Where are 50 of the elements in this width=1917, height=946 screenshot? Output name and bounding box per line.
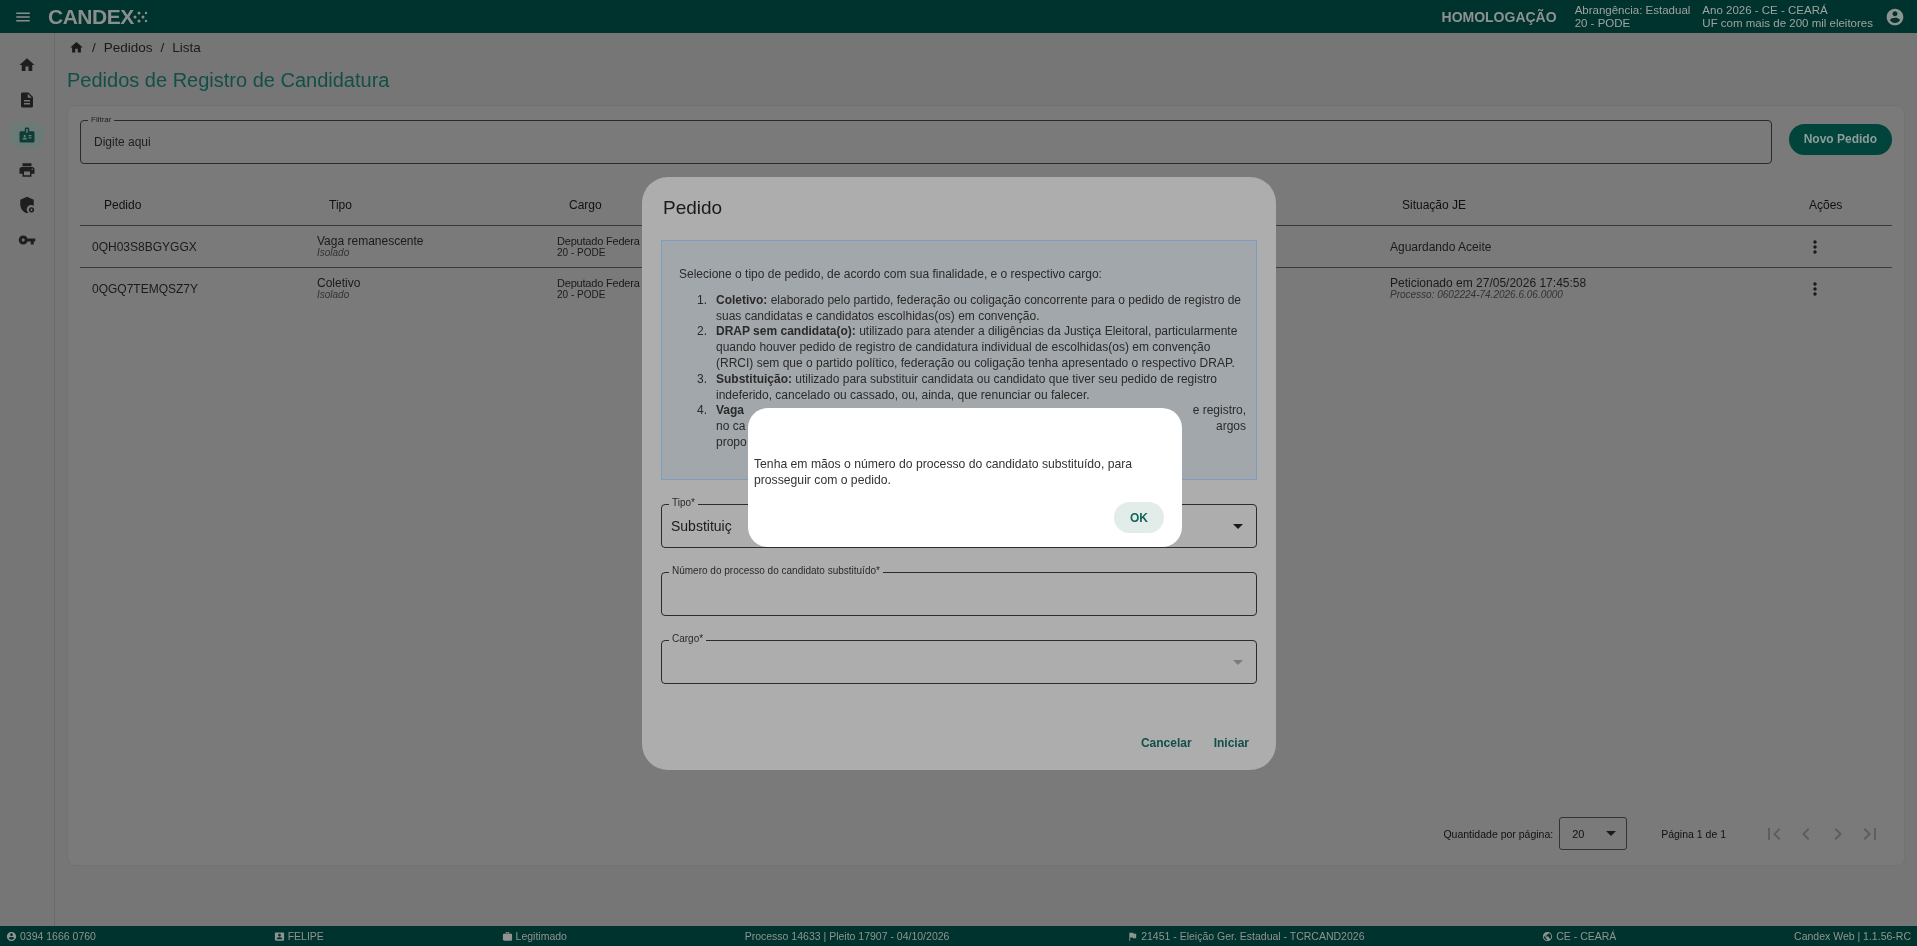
table-cell: 0QGQ7TEMQSZ7Y bbox=[92, 281, 199, 296]
cell-detail: 20 - PODE bbox=[557, 288, 606, 301]
environment-label: HOMOLOGAÇÃO bbox=[1441, 8, 1557, 25]
table-cell: Aguardando Aceite bbox=[1390, 240, 1492, 253]
status-text: Processo 14633 | Pleito 17907 - 04/10/2026 bbox=[744, 930, 950, 942]
cell-detail: Isolado bbox=[317, 288, 350, 301]
column-header: Pedido bbox=[103, 198, 142, 212]
status-text: Candex Web | 1.1.56-RC bbox=[1794, 930, 1911, 942]
cell-detail: 20 - PODE bbox=[557, 246, 606, 259]
table-cell: Deputado Federa bbox=[557, 276, 640, 289]
cell-detail: Isolado bbox=[317, 246, 350, 259]
breadcrumb-separator: / bbox=[160, 39, 165, 55]
list-item-text: propo bbox=[716, 434, 747, 451]
column-header: Ações bbox=[1808, 198, 1843, 212]
election-text: UF com mais de 200 mil eleitores bbox=[1702, 16, 1873, 30]
field-label: Cargo* bbox=[669, 633, 707, 645]
app-logo: CANDEX bbox=[48, 4, 134, 29]
table-cell: Vaga remanescente bbox=[317, 234, 424, 247]
list-item-text: e registro, bbox=[1192, 403, 1246, 420]
table-cell: Deputado Federa bbox=[557, 234, 640, 247]
column-header: Situação JE bbox=[1401, 198, 1467, 212]
list-item-text: Substituição: utilizado para substituir candidata ou candidato que tiver seu pedido de registro indeferido, cancelado ou cassado, ou, ainda, que renunciar ou falecer. bbox=[716, 371, 1218, 404]
column-header: Tipo bbox=[328, 198, 352, 212]
status-text: Legitimado bbox=[515, 930, 567, 942]
breadcrumb-separator: / bbox=[92, 39, 96, 55]
list-item-text: no ca bbox=[716, 419, 746, 435]
field-label: Tipo* bbox=[669, 497, 698, 509]
list-item-text: Coletivo: elaborado pelo partido, federação ou coligação concorrente para o pedido de registro de suas candidatas e candidatos escolhidas(os) em convenção. bbox=[716, 292, 1242, 325]
intro-text: Selecione o tipo de pedido, de acordo com sua finalidade, e o respectivo cargo: bbox=[679, 267, 1103, 283]
cell-detail: Processo: 0602224-74.2026.6.06.0000 bbox=[1390, 288, 1563, 301]
field-label: Filtrar bbox=[88, 115, 115, 124]
list-item-text: argos bbox=[1215, 419, 1246, 435]
status-text: CE - CEARÁ bbox=[1556, 930, 1617, 942]
list-item-term: Vaga bbox=[716, 403, 745, 420]
table-cell: Peticionado em 27/05/2026 17:45:58 bbox=[1390, 276, 1587, 289]
list-item-text: DRAP sem candidata(o): utilizado para atender a diligências da Justiça Eleitoral, particularmente quando houver pedido de registro de candidatura individual de escolhidas(os) em convenção (RRCI) sem que o partido político, federação ou coligação tenha apresentado o respectivo DRAP. bbox=[716, 324, 1239, 372]
status-text: 21451 - Eleição Ger. Estadual - TCRCAND2026 bbox=[1141, 930, 1365, 942]
election-text: Ano 2026 - CE - CEARÁ bbox=[1702, 3, 1829, 17]
scope-text: 20 - PODE bbox=[1574, 16, 1632, 30]
table-cell: Coletivo bbox=[317, 276, 361, 289]
page-info: Página 1 de 1 bbox=[1661, 827, 1726, 840]
scope-text: Abrangência: Estadual bbox=[1574, 3, 1691, 17]
column-header: Cargo bbox=[568, 198, 602, 212]
per-page-label: Quantidade por página: bbox=[1443, 827, 1554, 840]
dialog-title: Pedido bbox=[662, 196, 724, 220]
status-text: 0394 1666 0760 bbox=[20, 930, 96, 942]
status-text: FELIPE bbox=[287, 930, 324, 942]
page-title: Pedidos de Registro de Candidatura bbox=[67, 68, 391, 93]
field-label: Número do processo do candidato substituído* bbox=[669, 565, 883, 577]
table-cell: 0QH03S8BGYGGX bbox=[92, 239, 197, 254]
